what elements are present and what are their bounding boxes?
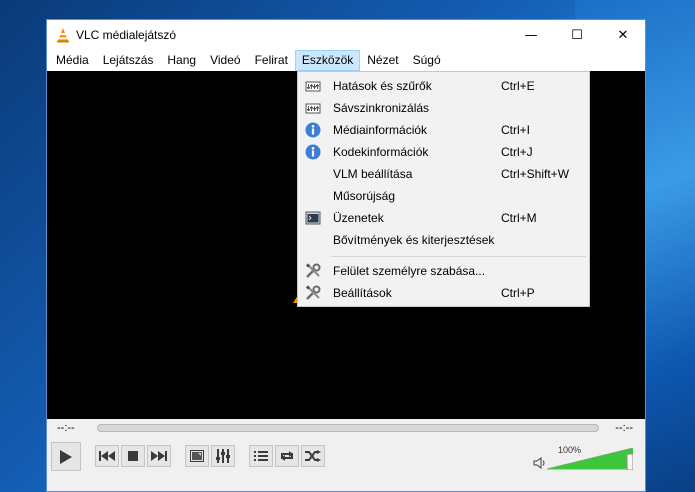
vlc-window: VLC médialejátszó — ☐ ✕ Média Lejátszás … [46,19,646,492]
tools-menu-dropdown: Hatások és szűrők Ctrl+E Sávszinkronizál… [297,71,590,307]
skip-back-icon [99,451,115,461]
volume-slider[interactable] [547,448,633,470]
shuffle-button[interactable] [301,445,325,467]
menu-bar: Média Lejátszás Hang Videó Felirat Eszkö… [47,50,645,71]
menu-help[interactable]: Súgó [406,50,448,71]
terminal-icon [305,211,321,225]
stop-icon [128,451,138,461]
remaining-time[interactable]: --:-- [615,422,633,434]
playlist-icon [254,451,268,461]
equalizer-icon [305,81,321,92]
loop-button[interactable] [275,445,299,467]
menu-item-shortcut: Ctrl+I [501,123,531,137]
shuffle-icon [305,450,321,462]
menu-item-label: Sávszinkronizálás [333,101,430,115]
info-icon [305,122,321,138]
menu-item-label: VLM beállítása [333,167,413,181]
menu-item-shortcut: Ctrl+Shift+W [501,167,570,181]
equalizer-icon [216,449,230,463]
menu-item-codec-info[interactable]: Kodekinformációk Ctrl+J [298,141,589,163]
stop-button[interactable] [121,445,145,467]
menu-item-label: Médiainformációk [333,123,428,137]
playlist-button[interactable] [249,445,273,467]
menu-item-shortcut: Ctrl+M [501,211,537,225]
window-title: VLC médialejátszó [76,28,177,42]
vlc-cone-icon [57,28,69,43]
play-icon [60,449,72,464]
menu-item-label: Felület személyre szabása... [333,264,486,278]
title-bar[interactable]: VLC médialejátszó — ☐ ✕ [47,20,645,50]
menu-item-label: Műsorújság [333,189,396,203]
menu-item-plugins-extensions[interactable]: Bővítmények és kiterjesztések [298,229,589,251]
menu-item-label: Bővítmények és kiterjesztések [333,233,495,247]
fullscreen-button[interactable] [185,445,209,467]
menu-subtitle[interactable]: Felirat [248,50,295,71]
menu-item-shortcut: Ctrl+P [501,286,535,300]
menu-item-preferences[interactable]: Beállítások Ctrl+P [298,282,589,304]
menu-audio[interactable]: Hang [160,50,203,71]
info-icon [305,144,321,160]
extended-settings-button[interactable] [211,445,235,467]
speaker-icon[interactable] [533,456,547,470]
menu-media[interactable]: Média [49,50,96,71]
skip-forward-icon [151,451,167,461]
menu-item-media-info[interactable]: Médiainformációk Ctrl+I [298,119,589,141]
menu-item-vlm-config[interactable]: VLM beállítása Ctrl+Shift+W [298,163,589,185]
seekbar-row: --:-- --:-- [47,419,645,437]
menu-item-shortcut: Ctrl+E [501,79,535,93]
menu-item-label: Üzenetek [333,211,384,225]
tools-icon [305,285,321,300]
menu-item-track-sync[interactable]: Sávszinkronizálás [298,97,589,119]
menu-item-effects-filters[interactable]: Hatások és szűrők Ctrl+E [298,75,589,97]
menu-item-label: Hatások és szűrők [333,79,432,93]
previous-button[interactable] [95,445,119,467]
menu-item-messages[interactable]: Üzenetek Ctrl+M [298,207,589,229]
menu-item-customize-interface[interactable]: Felület személyre szabása... [298,260,589,282]
tools-icon [305,263,321,278]
minimize-button[interactable]: — [508,20,554,50]
menu-separator [331,256,586,257]
loop-icon [281,451,293,461]
minimize-icon: — [524,27,538,43]
maximize-icon: ☐ [571,27,583,43]
menu-tools[interactable]: Eszközök [294,50,361,71]
close-button[interactable]: ✕ [600,20,646,50]
menu-playback[interactable]: Lejátszás [96,50,161,71]
menu-item-program-guide[interactable]: Műsorújság [298,185,589,207]
maximize-button[interactable]: ☐ [554,20,600,50]
seek-slider[interactable] [97,424,599,432]
elapsed-time: --:-- [57,422,75,434]
menu-item-label: Beállítások [333,286,392,300]
menu-item-label: Kodekinformációk [333,145,429,159]
equalizer-icon [305,103,321,114]
menu-item-shortcut: Ctrl+J [501,145,533,159]
fullscreen-icon [190,450,204,462]
menu-view[interactable]: Nézet [360,50,405,71]
play-button[interactable] [51,442,81,471]
controls-bar: 100% [47,437,645,491]
menu-video[interactable]: Videó [203,50,247,71]
next-button[interactable] [147,445,171,467]
close-icon: ✕ [617,27,629,43]
